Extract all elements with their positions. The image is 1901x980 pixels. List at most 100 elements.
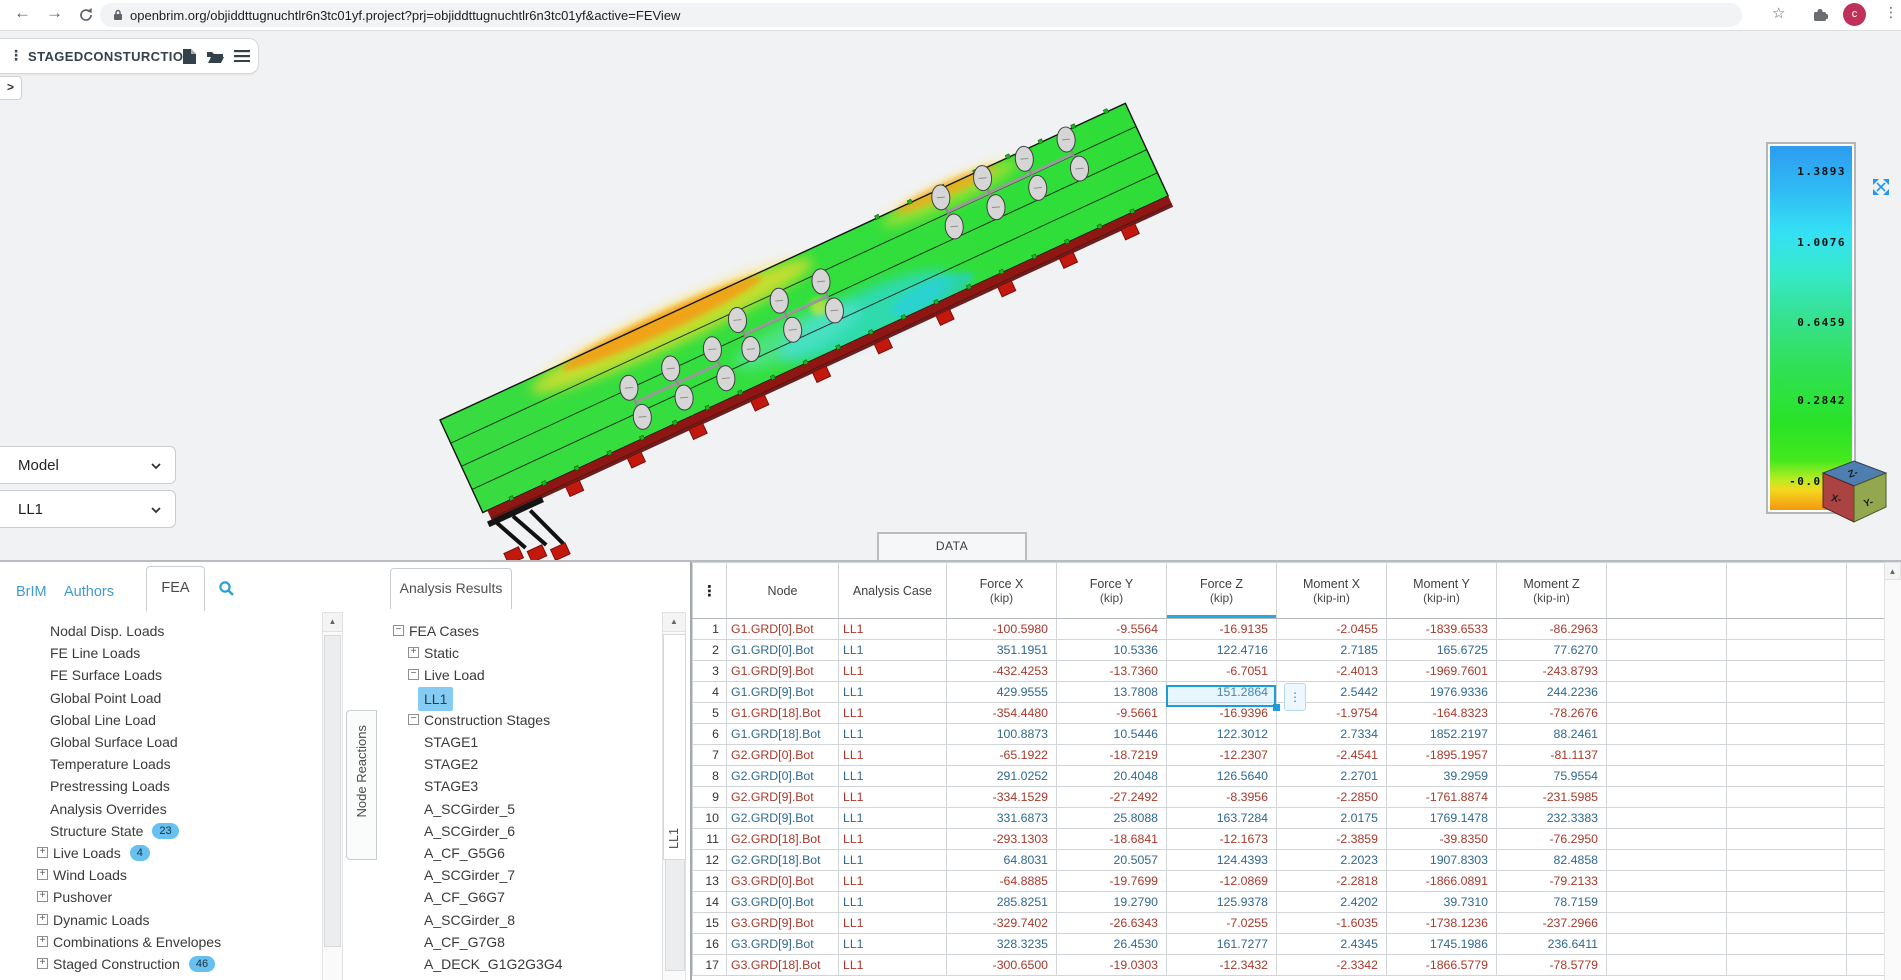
- bridge-model[interactable]: [400, 60, 1240, 560]
- cell[interactable]: G1.GRD[0].Bot: [727, 619, 839, 640]
- cell[interactable]: -12.3432: [1167, 955, 1277, 976]
- tab-ll1-vertical[interactable]: LL1: [663, 634, 686, 860]
- column-header-empty[interactable]: [1847, 563, 1885, 619]
- cell[interactable]: 39.2959: [1387, 766, 1497, 787]
- cell-options-kebab-icon[interactable]: ⋮: [1284, 683, 1306, 711]
- cell[interactable]: 1976.9336: [1387, 682, 1497, 703]
- cell-empty[interactable]: [1847, 913, 1885, 934]
- cell[interactable]: 88.2461: [1497, 724, 1607, 745]
- cell[interactable]: LL1: [839, 724, 947, 745]
- cell[interactable]: -164.8323: [1387, 703, 1497, 724]
- tree-item-structure-state[interactable]: Structure State23: [0, 820, 322, 842]
- tree-item-dynamic-loads[interactable]: +Dynamic Loads: [0, 909, 322, 931]
- cell[interactable]: -12.2307: [1167, 745, 1277, 766]
- cell-empty[interactable]: [1727, 703, 1847, 724]
- cell[interactable]: G3.GRD[9].Bot: [727, 913, 839, 934]
- selected-cell-outline[interactable]: [1166, 685, 1276, 707]
- result-item-static[interactable]: +Static: [377, 642, 662, 664]
- cell[interactable]: LL1: [839, 850, 947, 871]
- cell[interactable]: 124.4393: [1167, 850, 1277, 871]
- expand-plus-icon[interactable]: +: [37, 914, 48, 925]
- cell-empty[interactable]: [1727, 955, 1847, 976]
- expand-plus-icon[interactable]: +: [37, 847, 48, 858]
- scroll-up-icon[interactable]: ▲: [322, 612, 343, 632]
- cell[interactable]: 2.4345: [1277, 934, 1387, 955]
- cell-empty[interactable]: [1727, 640, 1847, 661]
- cell[interactable]: -39.8350: [1387, 829, 1497, 850]
- cell[interactable]: G2.GRD[18].Bot: [727, 850, 839, 871]
- cell-empty[interactable]: [1727, 892, 1847, 913]
- cell-empty[interactable]: [1607, 829, 1727, 850]
- cell-empty[interactable]: [1607, 745, 1727, 766]
- cell[interactable]: 236.6411: [1497, 934, 1607, 955]
- cell[interactable]: LL1: [839, 871, 947, 892]
- cell[interactable]: 1907.8303: [1387, 850, 1497, 871]
- row-number[interactable]: 12: [693, 850, 727, 871]
- cell[interactable]: -354.4480: [947, 703, 1057, 724]
- expand-plus-icon[interactable]: +: [37, 891, 48, 902]
- cell[interactable]: -9.5564: [1057, 619, 1167, 640]
- cell[interactable]: 291.0252: [947, 766, 1057, 787]
- cell-empty[interactable]: [1607, 808, 1727, 829]
- cell[interactable]: -78.2676: [1497, 703, 1607, 724]
- row-number[interactable]: 17: [693, 955, 727, 976]
- cell[interactable]: -19.7699: [1057, 871, 1167, 892]
- cell[interactable]: 10.5336: [1057, 640, 1167, 661]
- url-bar[interactable]: openbrim.org/objiddttugnuchtlr6n3tc01yf.…: [100, 3, 1742, 27]
- tree-item-staged-construction[interactable]: +Staged Construction46: [0, 953, 322, 975]
- expand-plus-icon[interactable]: +: [37, 936, 48, 947]
- cell[interactable]: 20.4048: [1057, 766, 1167, 787]
- expand-plus-icon[interactable]: +: [37, 869, 48, 880]
- tree-item-fe-surface-loads[interactable]: FE Surface Loads: [0, 664, 322, 686]
- result-item-a-deck-g5g6g7g8[interactable]: A_DECK_G5G6G7G8: [377, 975, 662, 980]
- row-number[interactable]: 14: [693, 892, 727, 913]
- cell[interactable]: 77.6270: [1497, 640, 1607, 661]
- cell-empty[interactable]: [1727, 745, 1847, 766]
- cell[interactable]: LL1: [839, 913, 947, 934]
- tree-item-wind-loads[interactable]: +Wind Loads: [0, 864, 322, 886]
- tree-item-global-point-load[interactable]: Global Point Load: [0, 687, 322, 709]
- cell-empty[interactable]: [1607, 703, 1727, 724]
- cell[interactable]: 285.8251: [947, 892, 1057, 913]
- cell-empty[interactable]: [1607, 850, 1727, 871]
- cell-empty[interactable]: [1847, 640, 1885, 661]
- tree-item-live-loads[interactable]: +Live Loads4: [0, 842, 322, 864]
- result-item-a-scgirder-8[interactable]: A_SCGirder_8: [377, 909, 662, 931]
- cell-empty[interactable]: [1607, 913, 1727, 934]
- cell-empty[interactable]: [1607, 787, 1727, 808]
- cell[interactable]: 75.9554: [1497, 766, 1607, 787]
- expand-plus-icon[interactable]: +: [37, 958, 48, 969]
- cell-empty[interactable]: [1847, 955, 1885, 976]
- column-header-empty[interactable]: [1607, 563, 1727, 619]
- cell[interactable]: -26.6343: [1057, 913, 1167, 934]
- cell-empty[interactable]: [1847, 892, 1885, 913]
- left-scroll-thumb[interactable]: [324, 635, 341, 947]
- cell[interactable]: 19.2790: [1057, 892, 1167, 913]
- collapse-minus-icon[interactable]: −: [408, 714, 419, 725]
- cell[interactable]: 1852.2197: [1387, 724, 1497, 745]
- cell[interactable]: 125.9378: [1167, 892, 1277, 913]
- result-item-stage2[interactable]: STAGE2: [377, 753, 662, 775]
- scroll-up-icon[interactable]: ▲: [662, 612, 686, 632]
- cell[interactable]: LL1: [839, 766, 947, 787]
- result-item-ll1[interactable]: LL1: [377, 687, 662, 709]
- cell[interactable]: LL1: [839, 619, 947, 640]
- tree-item-fe-line-loads[interactable]: FE Line Loads: [0, 642, 322, 664]
- cell[interactable]: -64.8885: [947, 871, 1057, 892]
- cell[interactable]: LL1: [839, 829, 947, 850]
- cell[interactable]: -12.0869: [1167, 871, 1277, 892]
- table-scrollbar[interactable]: ▲: [1884, 562, 1901, 980]
- row-number[interactable]: 4: [693, 682, 727, 703]
- cell[interactable]: 232.3383: [1497, 808, 1607, 829]
- cell[interactable]: -1866.0891: [1387, 871, 1497, 892]
- column-header-force-z[interactable]: Force Z(kip): [1167, 563, 1277, 619]
- cell[interactable]: G2.GRD[9].Bot: [727, 808, 839, 829]
- new-file-icon[interactable]: [182, 48, 197, 65]
- row-number[interactable]: 10: [693, 808, 727, 829]
- result-item-a-deck-g1g2g3g4[interactable]: A_DECK_G1G2G3G4: [377, 953, 662, 975]
- cell[interactable]: LL1: [839, 955, 947, 976]
- cell[interactable]: -13.7360: [1057, 661, 1167, 682]
- column-header-moment-x[interactable]: Moment X(kip-in): [1277, 563, 1387, 619]
- cell[interactable]: -78.5779: [1497, 955, 1607, 976]
- cell[interactable]: G2.GRD[0].Bot: [727, 745, 839, 766]
